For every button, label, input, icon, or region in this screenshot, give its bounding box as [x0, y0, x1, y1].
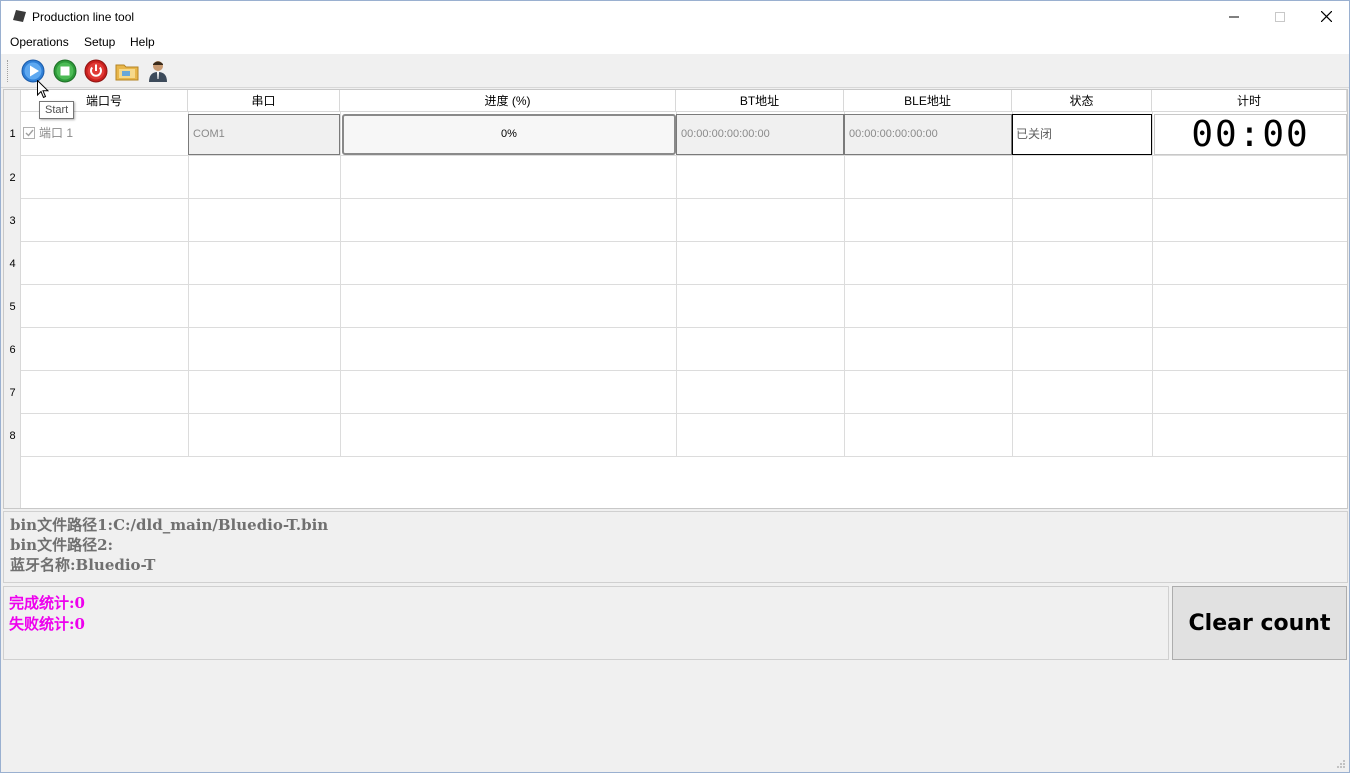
- grid-line: [844, 112, 845, 457]
- folder-icon: [115, 64, 139, 81]
- grid-line: [340, 112, 341, 457]
- grid-line: [21, 327, 1347, 328]
- menu-bar: Operations Setup Help: [1, 32, 1349, 54]
- info-panel: bin文件路径1:C:/dld_main/Bluedio-T.bin bin文件…: [3, 511, 1348, 583]
- row-header-column: [4, 90, 21, 508]
- row-number: 6: [9, 344, 16, 356]
- maximize-icon: [1275, 11, 1285, 22]
- title-bar: Production line tool: [1, 1, 1349, 32]
- power-button[interactable]: [83, 58, 109, 84]
- progress-bar: 0%: [342, 114, 676, 155]
- row-number: 1: [9, 128, 16, 140]
- grid-line: [21, 456, 1347, 457]
- menu-setup[interactable]: Setup: [84, 35, 115, 49]
- row-number: 7: [9, 387, 16, 399]
- port-cell: 端口 1: [23, 124, 73, 141]
- menu-operations[interactable]: Operations: [10, 35, 69, 49]
- close-button[interactable]: [1303, 1, 1349, 32]
- grid-line: [1152, 112, 1153, 457]
- header-serial[interactable]: 串口: [188, 90, 340, 112]
- device-table: 端口号 串口 进度 (%) BT地址 BLE地址 状态 计时 1 2 3 4 5…: [3, 89, 1348, 509]
- clear-count-button[interactable]: Clear count: [1172, 586, 1347, 660]
- header-ble-address[interactable]: BLE地址: [844, 90, 1012, 112]
- header-progress[interactable]: 进度 (%): [340, 90, 676, 112]
- power-icon: [84, 59, 108, 83]
- row-number: 5: [9, 301, 16, 313]
- timer-display: 00:00: [1154, 114, 1347, 155]
- grid-line: [676, 112, 677, 457]
- maximize-button[interactable]: [1257, 1, 1303, 32]
- close-icon: [1320, 11, 1332, 22]
- grid-line: [21, 413, 1347, 414]
- minimize-icon: [1229, 16, 1239, 17]
- row-number: 4: [9, 258, 16, 270]
- header-status[interactable]: 状态: [1012, 90, 1152, 112]
- port-checkbox[interactable]: [23, 126, 35, 139]
- grid-line: [21, 370, 1347, 371]
- grid-line: [188, 112, 189, 457]
- progress-text: 0%: [501, 128, 517, 140]
- bin-path-1: bin文件路径1:C:/dld_main/Bluedio-T.bin: [10, 516, 329, 534]
- bin-path-2: bin文件路径2:: [10, 536, 114, 554]
- bt-name: 蓝牙名称:Bluedio-T: [10, 556, 156, 574]
- bt-address-field[interactable]: 00:00:00:00:00:00: [676, 114, 844, 155]
- resize-grip-icon[interactable]: [1336, 759, 1346, 769]
- row-number: 3: [9, 215, 16, 227]
- app-icon: [13, 10, 26, 22]
- menu-help[interactable]: Help: [130, 35, 155, 49]
- grid-line: [1012, 112, 1013, 457]
- minimize-button[interactable]: [1211, 1, 1257, 32]
- check-icon: [25, 129, 34, 137]
- ble-address-field[interactable]: 00:00:00:00:00:00: [844, 114, 1012, 155]
- completed-count: 完成统计:0: [9, 594, 85, 612]
- grid-line: [21, 284, 1347, 285]
- stop-icon: [53, 59, 77, 83]
- serial-field[interactable]: COM1: [188, 114, 340, 155]
- status-field: 已关闭: [1012, 114, 1152, 155]
- port-label: 端口 1: [39, 126, 74, 140]
- window-title: Production line tool: [32, 10, 135, 24]
- grid-line: [21, 241, 1347, 242]
- open-folder-button[interactable]: [114, 58, 140, 84]
- failed-count: 失败统计:0: [9, 615, 85, 633]
- row-number: 2: [9, 172, 16, 184]
- stats-panel: 完成统计:0 失败统计:0: [3, 586, 1169, 660]
- grid-line: [21, 198, 1347, 199]
- user-button[interactable]: [145, 58, 171, 84]
- toolbar: [1, 54, 1349, 88]
- header-bt-address[interactable]: BT地址: [676, 90, 844, 112]
- user-icon: [149, 61, 167, 82]
- mouse-cursor-icon: [37, 80, 49, 99]
- row-number: 8: [9, 430, 16, 442]
- stop-button[interactable]: [52, 58, 78, 84]
- header-timer[interactable]: 计时: [1152, 90, 1347, 112]
- grid-line: [21, 155, 1347, 156]
- toolbar-grip[interactable]: [7, 60, 10, 82]
- app-window: Production line tool Operations Setup He…: [0, 0, 1350, 773]
- start-tooltip: Start: [39, 101, 75, 119]
